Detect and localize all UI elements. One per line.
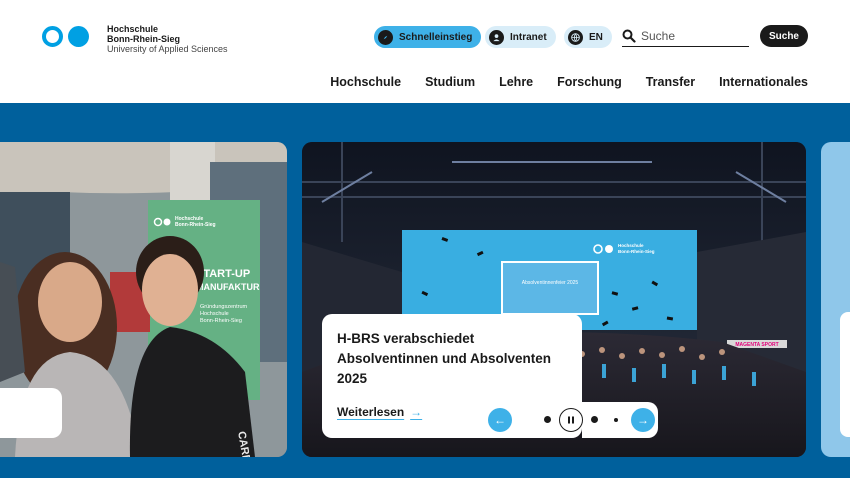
schnelleinstieg-button[interactable]: Schnelleinstieg bbox=[374, 26, 482, 48]
logo-dots-icon bbox=[42, 26, 89, 47]
banner-line-6: Hochschule bbox=[200, 311, 229, 317]
nav-item-forschung[interactable]: Forschung bbox=[557, 75, 622, 89]
next-slide-button[interactable]: → bbox=[631, 408, 655, 432]
sponsor-text: MAGENTA SPORT bbox=[735, 342, 778, 348]
news-title[interactable]: H-BRS verabschiedet Absolventinnen und A… bbox=[337, 329, 567, 389]
logo-line-2: Bonn-Rhein-Sieg bbox=[107, 34, 180, 44]
search-button[interactable]: Suche bbox=[760, 25, 808, 47]
arrow-right-icon: → bbox=[637, 413, 649, 427]
language-label: EN bbox=[589, 31, 603, 43]
previous-slide-card[interactable] bbox=[0, 388, 62, 438]
search-icon bbox=[622, 29, 636, 43]
banner-line-4: MANUFAKTUR bbox=[196, 282, 260, 292]
arrow-left-icon: ← bbox=[494, 413, 506, 427]
globe-icon bbox=[568, 29, 583, 45]
pause-button[interactable] bbox=[559, 408, 583, 432]
search-input[interactable] bbox=[641, 29, 741, 43]
nav-item-internationales[interactable]: Internationales bbox=[719, 75, 808, 89]
nav-item-hochschule[interactable]: Hochschule bbox=[330, 75, 401, 89]
site-logo[interactable]: Hochschule Bonn-Rhein-Sieg University of… bbox=[42, 24, 228, 54]
logo-wordmark: Hochschule Bonn-Rhein-Sieg University of… bbox=[107, 24, 228, 54]
language-button[interactable]: EN bbox=[564, 26, 612, 48]
stage-screen-text: Absolventinnenfeier 2025 bbox=[522, 280, 579, 286]
main-nav: Hochschule Studium Lehre Forschung Trans… bbox=[306, 75, 808, 89]
compass-icon bbox=[378, 29, 393, 45]
intranet-button[interactable]: Intranet bbox=[485, 26, 556, 48]
arrow-right-icon: → bbox=[410, 405, 423, 419]
logo-line-3: University of Applied Sciences bbox=[107, 44, 228, 54]
banner-line-5: Gründungszentrum bbox=[200, 304, 247, 310]
slide-dot-3[interactable] bbox=[591, 416, 598, 423]
banner-line-7: Bonn-Rhein-Sieg bbox=[200, 318, 242, 324]
next-slide-card[interactable] bbox=[840, 312, 850, 437]
read-more-link[interactable]: Weiterlesen → bbox=[337, 405, 422, 419]
banner-line-3: START-UP bbox=[196, 268, 250, 280]
logo-line-1: Hochschule bbox=[107, 24, 159, 34]
read-more-label: Weiterlesen bbox=[337, 405, 405, 419]
search-field[interactable] bbox=[622, 26, 749, 47]
logo-ring-dot bbox=[42, 26, 63, 47]
pause-icon bbox=[568, 416, 574, 424]
site-header: Hochschule Bonn-Rhein-Sieg University of… bbox=[0, 0, 850, 103]
nav-item-studium[interactable]: Studium bbox=[425, 75, 475, 89]
intranet-label: Intranet bbox=[510, 31, 547, 43]
stage-banner-line-2: Bonn-Rhein-Sieg bbox=[618, 249, 655, 254]
slide-dot-1[interactable] bbox=[544, 416, 551, 423]
schnelleinstieg-label: Schnelleinstieg bbox=[399, 31, 473, 43]
nav-item-transfer[interactable]: Transfer bbox=[646, 75, 695, 89]
user-icon bbox=[489, 29, 504, 45]
banner-line-2: Bonn-Rhein-Sieg bbox=[175, 222, 216, 228]
logo-filled-dot bbox=[68, 26, 89, 47]
news-card: H-BRS verabschiedet Absolventinnen und A… bbox=[322, 314, 582, 438]
slide-dot-4[interactable] bbox=[614, 418, 618, 422]
stage-banner-line-1: Hochschule bbox=[618, 243, 644, 248]
previous-slide-button[interactable]: ← bbox=[488, 408, 512, 432]
nav-item-lehre[interactable]: Lehre bbox=[499, 75, 533, 89]
